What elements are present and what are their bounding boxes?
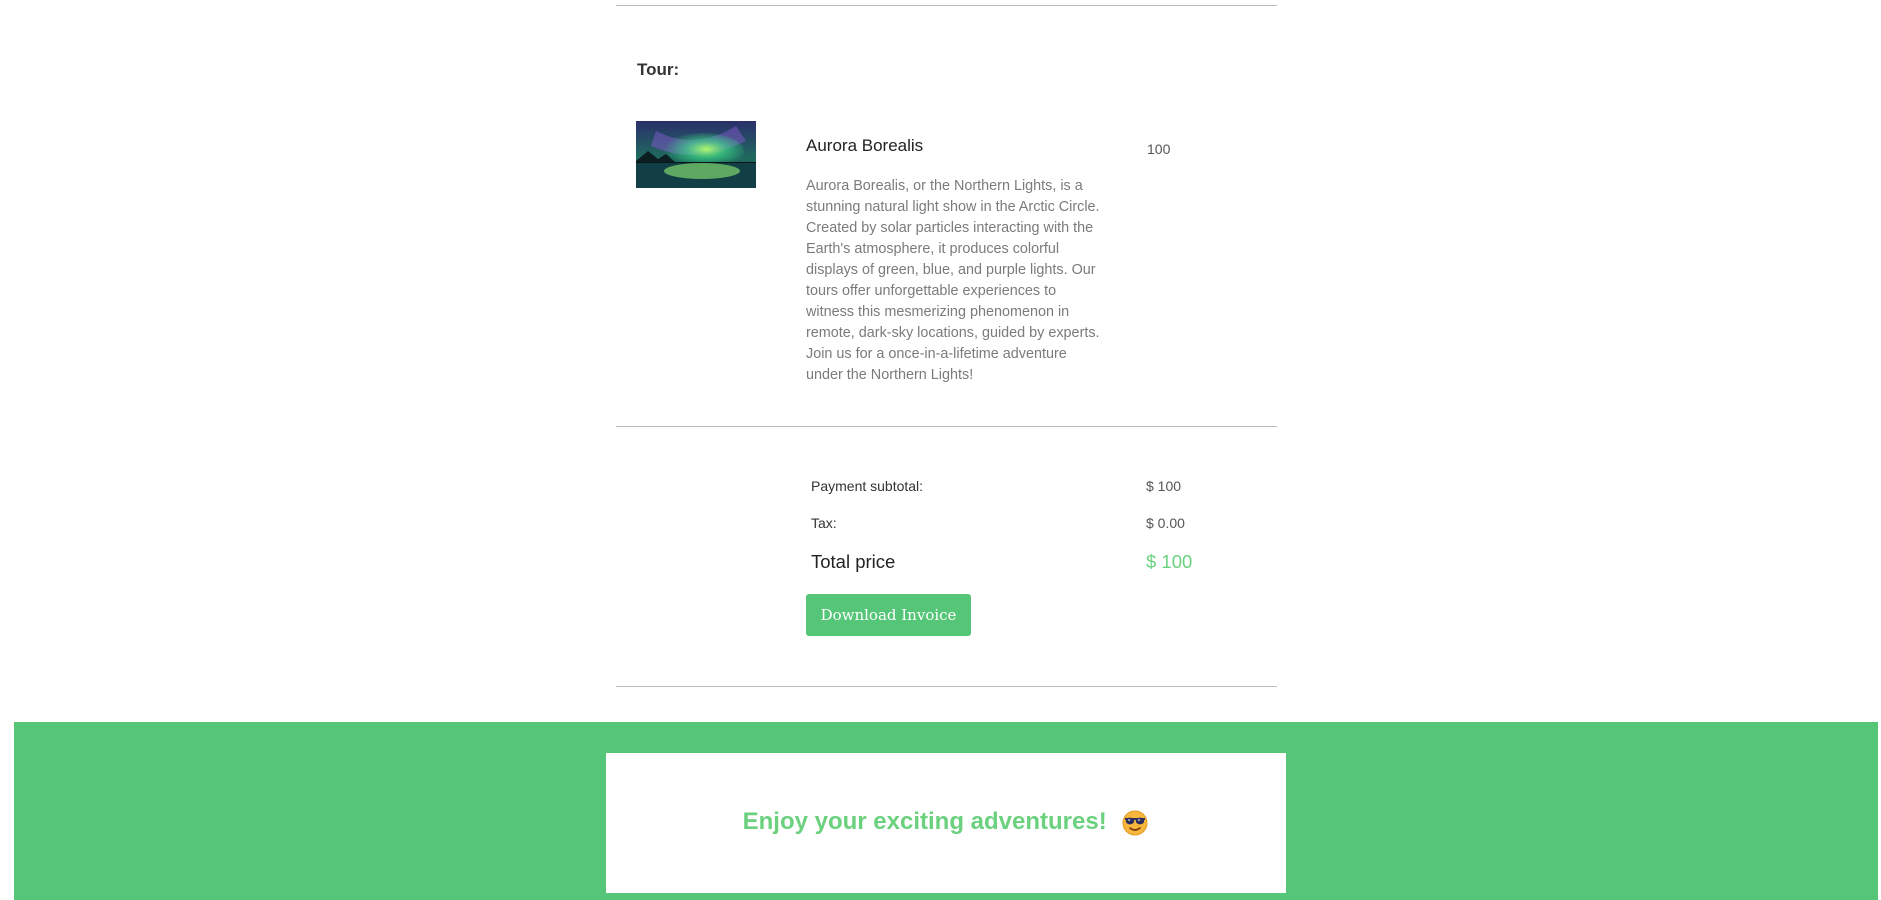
divider-top xyxy=(616,5,1277,6)
footer-card: Enjoy your exciting adventures! xyxy=(606,753,1286,893)
footer-message: Enjoy your exciting adventures! xyxy=(742,808,1107,835)
tour-name: Aurora Borealis xyxy=(806,136,924,155)
total-price-value: $ 100 xyxy=(1146,551,1193,572)
tour-quantity: 100 xyxy=(1147,141,1171,157)
aurora-photo xyxy=(636,121,756,188)
total-price-label: Total price xyxy=(811,551,896,572)
tax-value: $ 0.00 xyxy=(1146,515,1185,531)
download-invoice-button[interactable]: Download Invoice xyxy=(806,594,971,636)
subtotal-value: $ 100 xyxy=(1146,478,1182,494)
sunglasses-face-icon xyxy=(1121,809,1149,837)
divider-middle xyxy=(616,426,1277,427)
tax-label: Tax: xyxy=(811,515,837,531)
tour-description: Aurora Borealis, or the Northern Lights,… xyxy=(806,178,1100,383)
tour-image[interactable] xyxy=(636,121,756,188)
tour-heading: Tour: xyxy=(637,60,680,79)
footer-message-row: Enjoy your exciting adventures! xyxy=(606,808,1286,837)
subtotal-label: Payment subtotal: xyxy=(811,478,924,494)
divider-bottom xyxy=(616,686,1277,687)
